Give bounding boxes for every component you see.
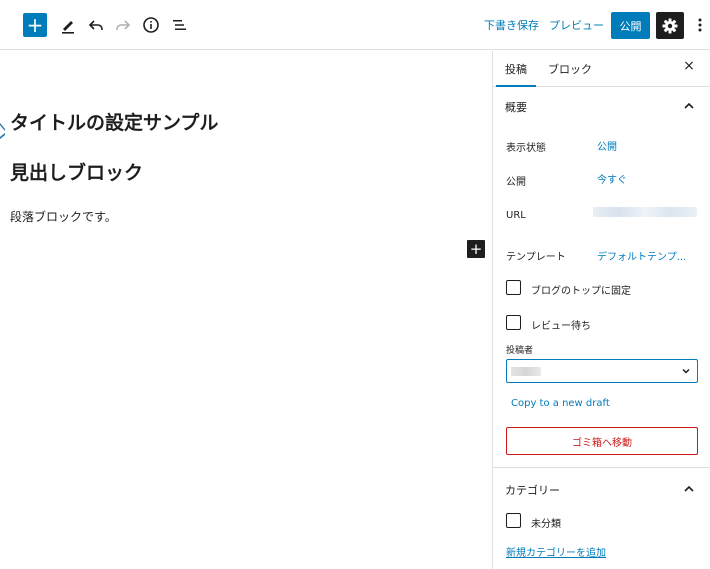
gear-icon (662, 18, 678, 33)
url-value[interactable] (593, 207, 697, 217)
copy-to-draft-link[interactable]: Copy to a new draft (511, 398, 610, 409)
paragraph-block[interactable]: 段落ブロックです。 (10, 208, 117, 225)
info-icon (143, 17, 159, 33)
more-vertical-icon (698, 18, 702, 32)
tab-block[interactable]: ブロック (548, 61, 592, 77)
save-draft-button[interactable]: 下書き保存 (484, 17, 539, 33)
add-block-button[interactable]: + (23, 13, 47, 37)
author-select[interactable] (506, 359, 698, 383)
category-panel-title[interactable]: カテゴリー (505, 482, 560, 498)
move-to-trash-button[interactable]: ゴミ箱へ移動 (506, 427, 698, 455)
panel-divider (493, 467, 710, 468)
visibility-label: 表示状態 (506, 143, 546, 154)
list-view-icon (173, 20, 186, 30)
publish-date-value[interactable]: 今すぐ (597, 171, 627, 186)
template-label: テンプレート (506, 252, 566, 263)
publish-button[interactable]: 公開 (611, 12, 650, 39)
details-button[interactable] (139, 13, 163, 37)
close-sidebar-button[interactable]: × (681, 58, 697, 74)
block-indicator-icon (0, 123, 5, 139)
chevron-up-icon[interactable] (683, 100, 695, 112)
editor-toolbar: + 下書き保存 プレビュー 公開 (0, 0, 710, 50)
visibility-value[interactable]: 公開 (597, 138, 617, 153)
heading-block[interactable]: 見出しブロック (10, 158, 143, 185)
pending-review-label[interactable]: レビュー待ち (531, 317, 591, 332)
chevron-down-icon (682, 368, 690, 374)
undo-icon (88, 20, 103, 30)
redo-button[interactable] (111, 13, 135, 37)
post-title[interactable]: タイトルの設定サンプル (10, 108, 218, 135)
undo-button[interactable] (84, 13, 108, 37)
plus-icon: + (26, 13, 44, 37)
sticky-checkbox[interactable] (506, 280, 521, 295)
sidebar-tabs: 投稿 ブロック × (493, 51, 710, 87)
pending-review-checkbox[interactable] (506, 315, 521, 330)
uncategorized-checkbox[interactable] (506, 513, 521, 528)
pencil-icon (62, 21, 74, 34)
list-view-button[interactable] (167, 13, 191, 37)
redo-icon (116, 20, 131, 30)
summary-panel-title[interactable]: 概要 (505, 99, 527, 115)
plus-icon: + (469, 239, 483, 258)
tools-button[interactable] (56, 13, 80, 37)
template-value[interactable]: デフォルトテンプ... (597, 248, 686, 263)
author-value (511, 367, 541, 376)
chevron-up-icon[interactable] (683, 483, 695, 495)
settings-sidebar: 投稿 ブロック × 概要 表示状態 公開 公開 今すぐ URL テンプレート デ… (492, 51, 710, 569)
uncategorized-label[interactable]: 未分類 (531, 515, 561, 530)
publish-date-label: 公開 (506, 177, 526, 188)
preview-button[interactable]: プレビュー (549, 17, 604, 33)
url-label: URL (506, 210, 526, 221)
settings-button[interactable] (656, 12, 684, 39)
sticky-label[interactable]: ブログのトップに固定 (531, 282, 631, 297)
tab-post[interactable]: 投稿 (496, 61, 536, 87)
more-options-button[interactable] (694, 13, 706, 37)
add-new-category-link[interactable]: 新規カテゴリーを追加 (506, 544, 606, 559)
inline-add-block-button[interactable]: + (467, 240, 485, 258)
author-label: 投稿者 (506, 346, 534, 356)
